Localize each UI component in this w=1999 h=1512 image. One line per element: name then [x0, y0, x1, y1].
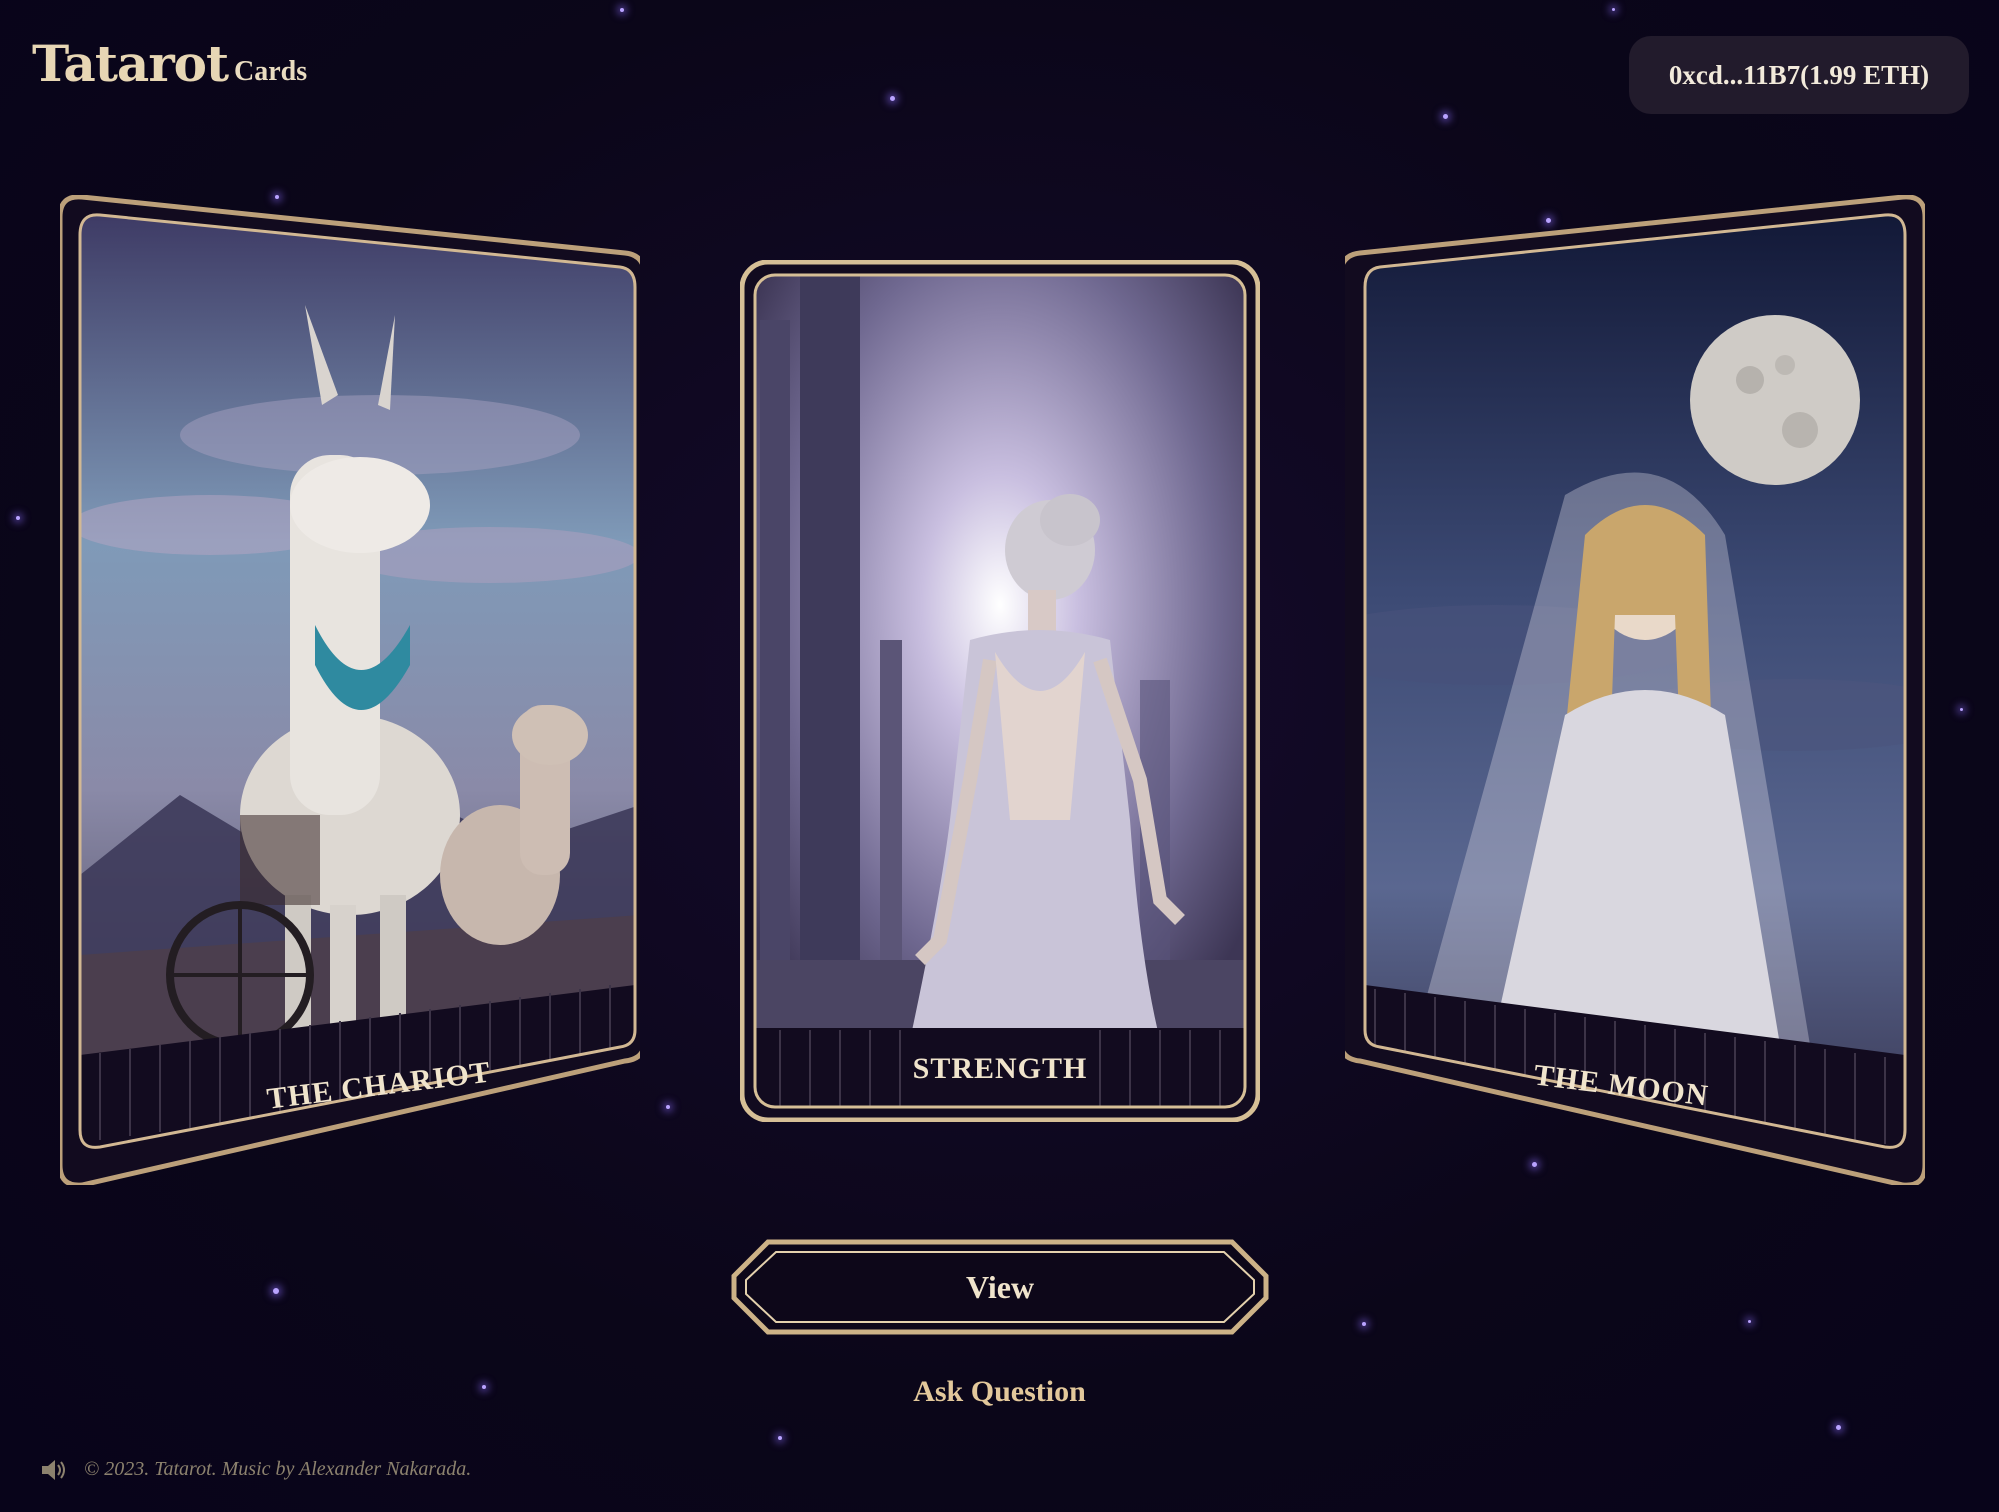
footer: © 2023. Tatarot. Music by Alexander Naka…	[40, 1458, 471, 1481]
ask-question-row: Ask Question	[0, 1375, 1999, 1409]
star	[1443, 114, 1448, 119]
wallet-button[interactable]: 0xcd...11B7(1.99 ETH)	[1629, 36, 1969, 114]
star	[620, 8, 624, 12]
card-moon-art: THE MOON	[1345, 195, 1925, 1185]
card-the-chariot[interactable]: THE CHARIOT	[60, 195, 640, 1185]
star	[778, 1436, 782, 1440]
nav-cards-link[interactable]: Cards	[234, 56, 307, 88]
card-title-strength: STRENGTH	[913, 1052, 1088, 1085]
ask-question-link[interactable]: Ask Question	[913, 1375, 1086, 1408]
view-button[interactable]: View	[730, 1238, 1270, 1336]
app-logo[interactable]: Tatarot	[32, 34, 229, 93]
page: Tatarot Cards 0xcd...11B7(1.99 ETH) THE …	[0, 0, 1999, 1512]
card-strength[interactable]: STRENGTH	[740, 260, 1260, 1122]
star	[666, 1105, 670, 1109]
speaker-icon[interactable]	[40, 1459, 66, 1481]
star	[1836, 1425, 1841, 1430]
footer-copyright: © 2023. Tatarot. Music by Alexander Naka…	[84, 1458, 472, 1480]
star	[273, 1288, 279, 1294]
card-strength-art: STRENGTH	[740, 260, 1260, 1122]
view-button-label: View	[965, 1268, 1035, 1305]
star	[1362, 1322, 1366, 1326]
card-chariot-art: THE CHARIOT	[60, 195, 640, 1185]
star	[1612, 8, 1615, 11]
star	[16, 516, 20, 520]
card-the-moon[interactable]: THE MOON	[1345, 195, 1925, 1185]
star	[890, 96, 895, 101]
star	[1960, 708, 1963, 711]
star	[1748, 1320, 1751, 1323]
